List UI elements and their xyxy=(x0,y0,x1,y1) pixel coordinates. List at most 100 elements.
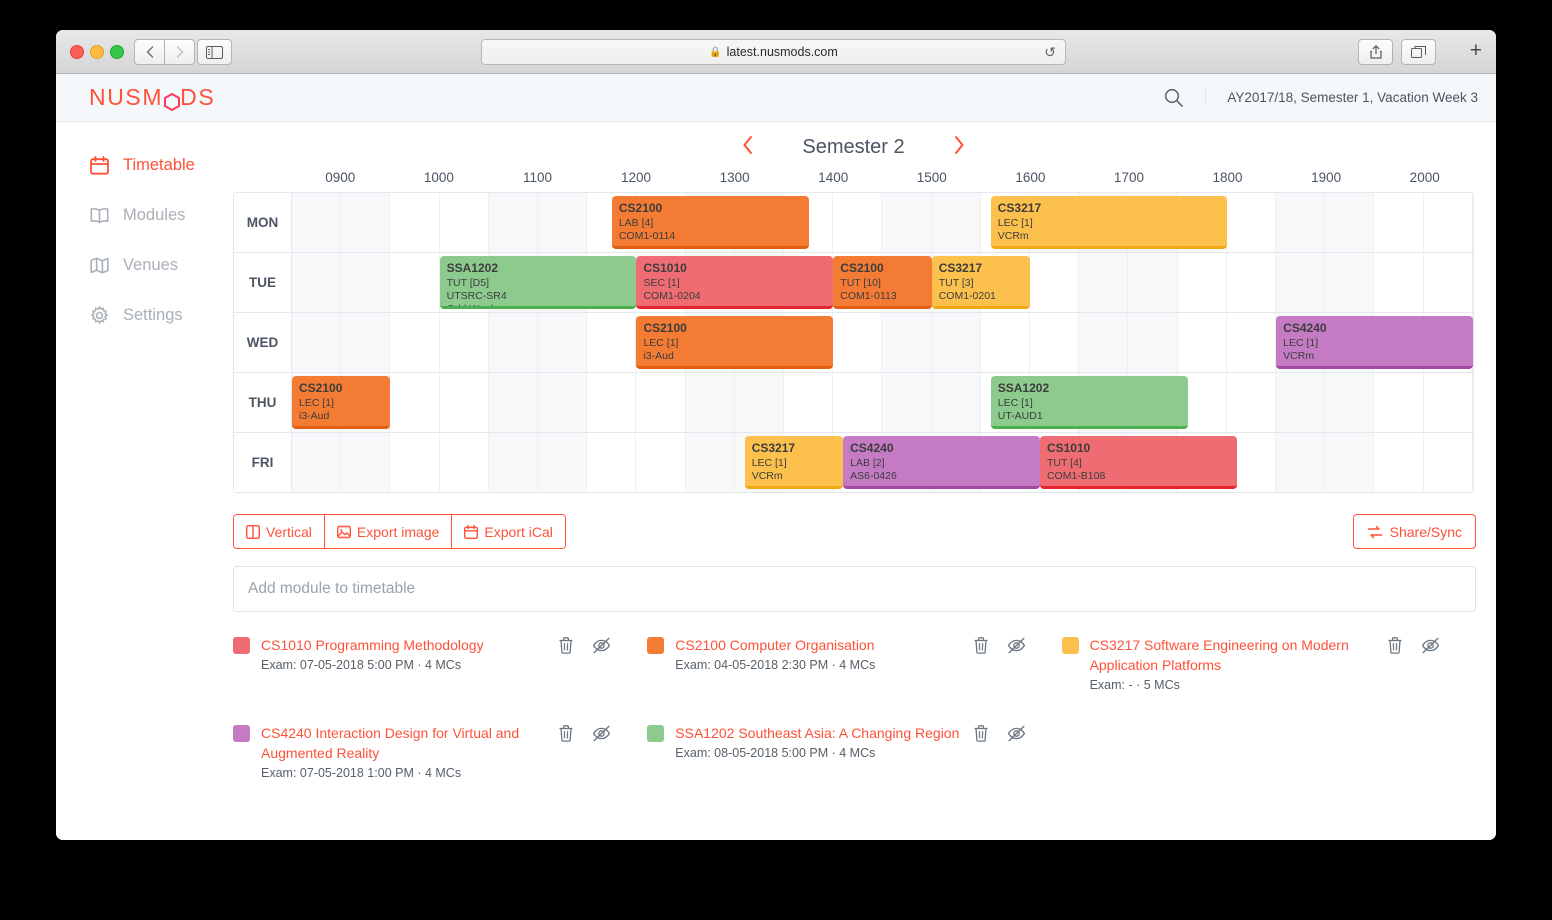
timetable-cell[interactable] xyxy=(440,433,489,492)
timetable-cell[interactable] xyxy=(488,193,539,252)
module-delete-button[interactable] xyxy=(1387,637,1403,659)
timetable-cell[interactable] xyxy=(1178,253,1227,312)
timetable-cell[interactable] xyxy=(882,373,932,432)
timetable-cell[interactable] xyxy=(538,313,588,372)
share-button[interactable] xyxy=(1358,39,1393,65)
new-tab-button[interactable]: + xyxy=(1470,40,1482,61)
module-hide-button[interactable] xyxy=(592,725,611,747)
timetable-cell[interactable] xyxy=(833,313,883,372)
export-image-button[interactable]: Export image xyxy=(324,515,453,548)
sidebar-item-timetable[interactable]: Timetable xyxy=(56,147,231,183)
module-color-swatch[interactable] xyxy=(647,637,665,654)
timetable-cell[interactable] xyxy=(1374,193,1424,252)
timetable-cell[interactable] xyxy=(1424,193,1473,252)
window-close-button[interactable] xyxy=(70,45,84,59)
timetable-cell[interactable] xyxy=(1374,433,1424,492)
timetable-cell[interactable] xyxy=(1227,373,1277,432)
timetable-cell[interactable] xyxy=(1227,193,1277,252)
timetable-cell[interactable] xyxy=(685,373,735,432)
timetable-lesson[interactable]: CS2100 TUT [10] COM1-0113 xyxy=(833,256,932,309)
module-color-swatch[interactable] xyxy=(233,725,250,742)
timetable-cell[interactable] xyxy=(341,193,391,252)
timetable-cell[interactable] xyxy=(538,373,588,432)
timetable-cell[interactable] xyxy=(341,433,391,492)
timetable-cell[interactable] xyxy=(1178,313,1227,372)
module-color-swatch[interactable] xyxy=(647,725,665,742)
nusmods-logo[interactable]: NUSM DS xyxy=(89,84,215,111)
module-name-link[interactable]: CS1010 Programming Methodology xyxy=(261,635,563,655)
address-bar[interactable]: 🔒 latest.nusmods.com ↺ xyxy=(481,39,1066,65)
module-hide-button[interactable] xyxy=(592,637,611,659)
timetable-cell[interactable] xyxy=(1374,253,1424,312)
timetable-cell[interactable] xyxy=(1276,193,1326,252)
timetable-cell[interactable] xyxy=(488,313,539,372)
timetable-cell[interactable] xyxy=(1227,253,1277,312)
timetable-cell[interactable] xyxy=(1079,313,1129,372)
timetable-cell[interactable] xyxy=(833,193,883,252)
timetable-lesson[interactable]: SSA1202 LEC [1] UT-AUD1 xyxy=(990,376,1188,429)
share-sync-button[interactable]: Share/Sync xyxy=(1352,514,1476,549)
module-delete-button[interactable] xyxy=(973,637,989,659)
module-delete-button[interactable] xyxy=(973,725,989,747)
reload-button[interactable]: ↺ xyxy=(1044,44,1056,61)
timetable-lesson[interactable]: CS1010 TUT [4] COM1-B108 xyxy=(1039,436,1237,489)
timetable-cell[interactable] xyxy=(1276,253,1326,312)
search-button[interactable] xyxy=(1142,88,1205,107)
timetable-cell[interactable] xyxy=(1325,373,1375,432)
vertical-toggle-button[interactable]: Vertical xyxy=(234,515,325,548)
timetable-cell[interactable] xyxy=(488,373,539,432)
timetable-cell[interactable] xyxy=(390,193,440,252)
timetable-cell[interactable] xyxy=(1424,373,1473,432)
module-hide-button[interactable] xyxy=(1007,637,1026,659)
timetable-cell[interactable] xyxy=(292,313,342,372)
window-minimize-button[interactable] xyxy=(90,45,104,59)
timetable-lesson[interactable]: CS3217 TUT [3] COM1-0201 xyxy=(931,256,1031,309)
timetable-cell[interactable] xyxy=(1276,433,1326,492)
timetable-cell[interactable] xyxy=(1030,253,1080,312)
add-module-input[interactable]: Add module to timetable xyxy=(233,566,1476,612)
timetable-cell[interactable] xyxy=(587,313,637,372)
timetable-cell[interactable] xyxy=(882,313,932,372)
timetable-cell[interactable] xyxy=(292,433,342,492)
timetable-cell[interactable] xyxy=(1325,253,1375,312)
timetable-cell[interactable] xyxy=(341,313,391,372)
timetable-cell[interactable] xyxy=(1424,433,1473,492)
timetable-cell[interactable] xyxy=(1374,373,1424,432)
timetable-cell[interactable] xyxy=(440,193,489,252)
timetable-cell[interactable] xyxy=(538,193,588,252)
module-name-link[interactable]: CS4240 Interaction Design for Virtual an… xyxy=(261,723,563,763)
timetable-lesson[interactable]: CS2100 LEC [1] i3-Aud xyxy=(636,316,834,369)
forward-button[interactable] xyxy=(165,39,195,65)
prev-semester-button[interactable] xyxy=(742,135,754,159)
sidebar-toggle-button[interactable] xyxy=(197,39,232,65)
timetable-lesson[interactable]: CS1010 SEC [1] COM1-0204 xyxy=(636,256,834,309)
timetable-lesson[interactable]: CS3217 LEC [1] VCRm xyxy=(990,196,1227,249)
timetable-cell[interactable] xyxy=(587,433,637,492)
timetable-lesson[interactable]: CS3217 LEC [1] VCRm xyxy=(744,436,844,489)
timetable-cell[interactable] xyxy=(1128,253,1178,312)
timetable-cell[interactable] xyxy=(1325,193,1375,252)
timetable-cell[interactable] xyxy=(587,373,637,432)
timetable-cell[interactable] xyxy=(1424,253,1473,312)
timetable-cell[interactable] xyxy=(636,373,686,432)
module-name-link[interactable]: CS3217 Software Engineering on Modern Ap… xyxy=(1090,635,1392,675)
timetable-cell[interactable] xyxy=(1325,433,1375,492)
show-tabs-button[interactable] xyxy=(1401,39,1436,65)
timetable-lesson[interactable]: CS2100 LAB [4] COM1-0114 xyxy=(611,196,809,249)
timetable-cell[interactable] xyxy=(882,193,932,252)
timetable-cell[interactable] xyxy=(440,313,489,372)
timetable-cell[interactable] xyxy=(734,373,785,432)
sidebar-item-venues[interactable]: Venues xyxy=(56,247,231,283)
module-name-link[interactable]: SSA1202 Southeast Asia: A Changing Regio… xyxy=(675,723,977,743)
timetable-cell[interactable] xyxy=(1276,373,1326,432)
module-delete-button[interactable] xyxy=(558,637,574,659)
back-button[interactable] xyxy=(134,39,165,65)
module-delete-button[interactable] xyxy=(558,725,574,747)
module-color-swatch[interactable] xyxy=(233,637,250,654)
timetable-cell[interactable] xyxy=(981,313,1031,372)
timetable-cell[interactable] xyxy=(488,433,539,492)
timetable-cell[interactable] xyxy=(931,193,981,252)
timetable-cell[interactable] xyxy=(931,373,981,432)
timetable-cell[interactable] xyxy=(784,373,834,432)
sidebar-item-settings[interactable]: Settings xyxy=(56,297,231,333)
